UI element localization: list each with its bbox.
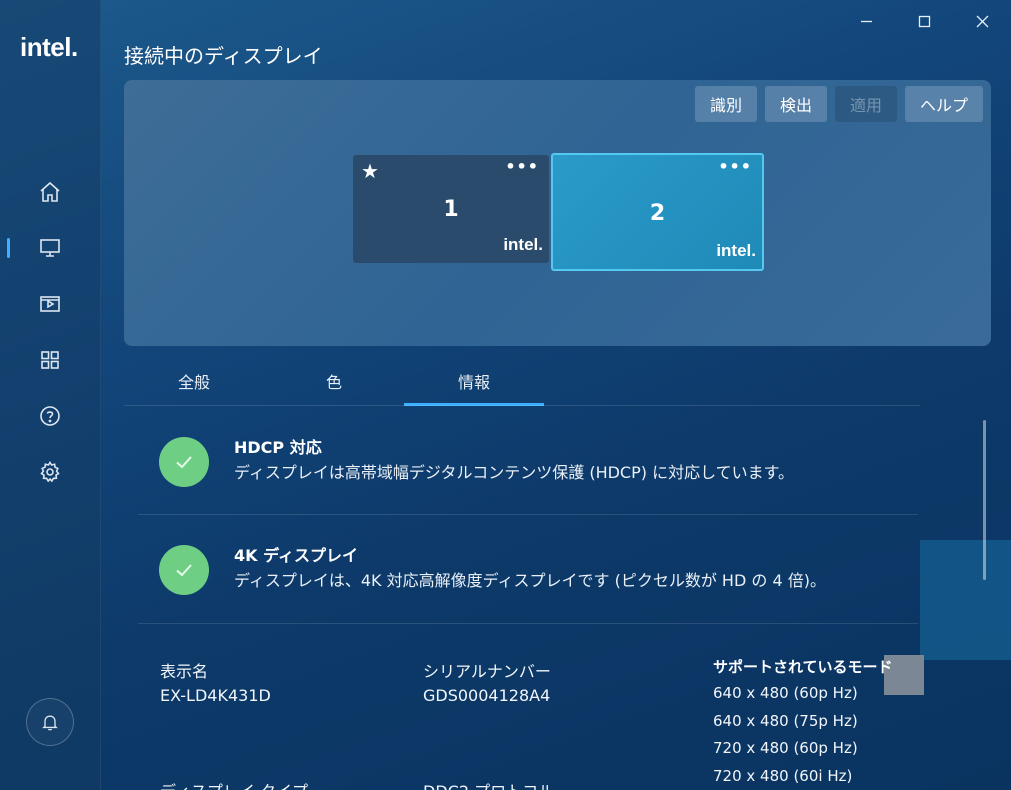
mode-item: 720 x 480 (60p Hz) [713, 739, 858, 757]
tab-general[interactable]: 全般 [124, 356, 264, 406]
notifications-button[interactable] [26, 698, 74, 746]
minimize-icon [860, 20, 872, 22]
close-icon [976, 15, 988, 27]
tab-divider [124, 405, 920, 406]
sidebar: intel. [0, 0, 101, 790]
tab-bar: 全般 色 情報 [124, 356, 544, 406]
help-circle-icon [40, 406, 60, 426]
feature-description: ディスプレイは高帯域幅デジタルコンテンツ保護 (HDCP) に対応しています。 [234, 463, 794, 482]
home-icon [40, 181, 60, 202]
minimize-button[interactable] [837, 0, 895, 42]
sidebar-item-settings[interactable] [30, 452, 70, 492]
mode-item: 720 x 480 (60i Hz) [713, 767, 853, 785]
maximize-button[interactable] [895, 0, 953, 42]
tab-info[interactable]: 情報 [404, 356, 544, 406]
monitor-more-button[interactable]: ••• [505, 157, 539, 176]
intel-logo: intel. [20, 32, 78, 62]
page-title: 接続中のディスプレイ [124, 44, 323, 68]
check-badge [159, 545, 209, 595]
feature-hdcp: HDCP 対応 ディスプレイは高帯域幅デジタルコンテンツ保護 (HDCP) に対… [138, 437, 918, 497]
active-nav-indicator [7, 238, 10, 258]
ddc-protocol-label: DDC2 プロトコル [423, 778, 554, 790]
sidebar-item-display[interactable] [30, 228, 70, 268]
monitor-more-button[interactable]: ••• [718, 157, 752, 176]
scrollbar-thumb[interactable] [983, 420, 986, 580]
sidebar-item-home[interactable] [30, 172, 70, 212]
gear-icon [40, 461, 60, 483]
display-name-label: 表示名 [160, 662, 209, 681]
feature-4k: 4K ディスプレイ ディスプレイは、4K 対応高解像度ディスプレイです (ピクセ… [138, 545, 918, 605]
maximize-icon [918, 15, 930, 27]
serial-number-label: シリアルナンバー [423, 662, 551, 681]
sidebar-item-apps[interactable] [30, 340, 70, 380]
background-decoration [920, 540, 1011, 660]
checkmark-icon [176, 456, 192, 469]
divider [138, 514, 918, 515]
primary-star-icon: ★ [361, 159, 379, 183]
display-arrangement-panel: 識別 検出 適用 ヘルプ ★ ••• 1 intel. ••• 2 intel. [124, 80, 991, 346]
panel-toolbar: 識別 検出 適用 ヘルプ [694, 86, 983, 122]
apply-button[interactable]: 適用 [834, 86, 897, 122]
identify-button[interactable]: 識別 [694, 86, 757, 122]
mode-item: 640 x 480 (60p Hz) [713, 684, 858, 702]
feature-title: 4K ディスプレイ [234, 546, 358, 565]
bell-icon [42, 715, 58, 731]
monitor-number: 1 [443, 197, 459, 222]
video-icon [40, 296, 60, 312]
checkmark-icon [176, 564, 192, 577]
tab-color[interactable]: 色 [264, 356, 404, 406]
divider [138, 623, 918, 624]
feature-title: HDCP 対応 [234, 438, 322, 457]
sidebar-item-video[interactable] [30, 284, 70, 324]
check-badge [159, 437, 209, 487]
serial-number-value: GDS0004128A4 [423, 686, 551, 705]
help-button[interactable]: ヘルプ [904, 86, 983, 122]
feature-description: ディスプレイは、4K 対応高解像度ディスプレイです (ピクセル数が HD の 4… [234, 571, 826, 590]
sidebar-item-help[interactable] [30, 396, 70, 436]
display-name-value: EX-LD4K431D [160, 686, 271, 705]
detect-button[interactable]: 検出 [764, 86, 827, 122]
monitor-tile-2[interactable]: ••• 2 intel. [551, 153, 764, 271]
display-type-label: ディスプレイ タイプ [160, 778, 308, 790]
monitor-number: 2 [649, 201, 666, 226]
close-button[interactable] [953, 0, 1011, 42]
supported-modes-title: サポートされているモード [713, 658, 893, 676]
monitor-tile-1[interactable]: ★ ••• 1 intel. [353, 155, 549, 263]
monitor-brand-logo: intel. [503, 235, 543, 254]
monitor-brand-logo: intel. [716, 241, 756, 260]
monitor-icon [40, 239, 60, 257]
grid-icon [41, 351, 59, 369]
app-window: intel. 接続中のディスプレイ 識別 検出 適用 ヘルプ ★ ••• 1 i… [0, 0, 1011, 790]
window-controls [837, 0, 1011, 42]
mode-item: 640 x 480 (75p Hz) [713, 712, 858, 730]
